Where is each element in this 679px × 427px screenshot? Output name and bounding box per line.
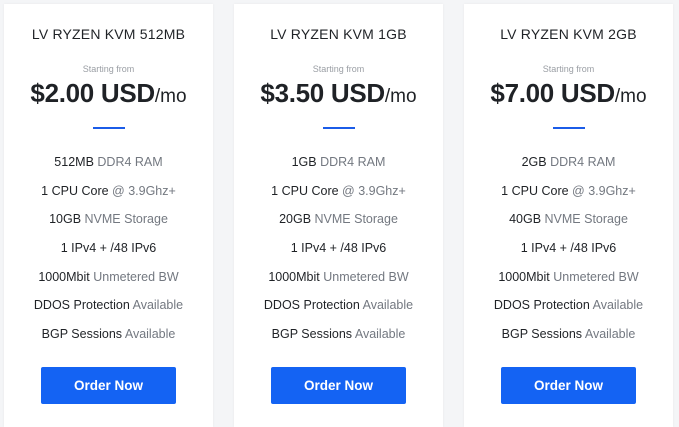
feature-storage: 20GB NVME Storage: [234, 211, 443, 240]
feature-bandwidth: 1000Mbit Unmetered BW: [234, 269, 443, 298]
feature-list: 1GB DDR4 RAM 1 CPU Core @ 3.9Ghz+ 20GB N…: [234, 154, 443, 355]
feature-ip: 1 IPv4 + /48 IPv6: [234, 240, 443, 269]
plan-title: LV RYZEN KVM 512MB: [31, 26, 186, 42]
feature-sub: Unmetered BW: [323, 269, 409, 284]
price: $3.50 USD/mo: [234, 78, 443, 109]
plan-title: LV RYZEN KVM 1GB: [270, 26, 407, 42]
feature-main: 1 CPU Core: [501, 183, 569, 198]
price-period: /mo: [154, 86, 187, 107]
starting-from-label: Starting from: [82, 64, 135, 74]
feature-sub: DDR4 RAM: [97, 155, 163, 169]
feature-sub: @ 3.9Ghz+: [572, 183, 636, 198]
feature-main: 20GB: [279, 212, 312, 227]
order-now-button[interactable]: Order Now: [41, 367, 176, 404]
feature-main: DDOS Protection: [263, 298, 360, 313]
feature-main: 1 IPv4 + /48 IPv6: [520, 241, 617, 256]
feature-sub: Available: [584, 327, 636, 342]
feature-ip: 1 IPv4 + /48 IPv6: [4, 240, 213, 269]
feature-ddos: DDOS Protection Available: [234, 297, 443, 326]
feature-main: 1000Mbit: [268, 269, 320, 284]
price: $7.00 USD/mo: [464, 78, 673, 109]
feature-main: 1GB: [291, 155, 317, 169]
feature-sub: Unmetered BW: [93, 269, 179, 284]
feature-sub: Available: [592, 298, 644, 313]
feature-ip: 1 IPv4 + /48 IPv6: [464, 240, 673, 269]
price-amount: $7.00 USD: [490, 78, 615, 108]
feature-sub: DDR4 RAM: [320, 155, 386, 169]
feature-main: BGP Sessions: [41, 327, 123, 342]
feature-bgp: BGP Sessions Available: [464, 326, 673, 355]
feature-main: 1 IPv4 + /48 IPv6: [60, 241, 157, 256]
feature-ram: 2GB DDR4 RAM: [464, 154, 673, 183]
feature-sub: Available: [124, 327, 176, 342]
feature-ram: 1GB DDR4 RAM: [234, 154, 443, 183]
feature-cpu: 1 CPU Core @ 3.9Ghz+: [234, 183, 443, 212]
feature-main: 1000Mbit: [38, 269, 90, 284]
feature-sub: Available: [132, 298, 184, 313]
order-now-button[interactable]: Order Now: [271, 367, 406, 404]
plan-card-2gb: LV RYZEN KVM 2GB Starting from $7.00 USD…: [464, 4, 673, 427]
feature-ddos: DDOS Protection Available: [4, 297, 213, 326]
feature-sub: NVME Storage: [84, 212, 168, 227]
feature-storage: 40GB NVME Storage: [464, 211, 673, 240]
feature-main: BGP Sessions: [501, 327, 583, 342]
feature-sub: DDR4 RAM: [550, 155, 616, 169]
feature-bandwidth: 1000Mbit Unmetered BW: [464, 269, 673, 298]
order-now-button[interactable]: Order Now: [501, 367, 636, 404]
feature-main: 1 CPU Core: [271, 183, 339, 198]
title-divider: [553, 127, 585, 129]
price-amount: $2.00 USD: [30, 78, 155, 108]
feature-main: 1 IPv4 + /48 IPv6: [290, 241, 387, 256]
starting-from-label: Starting from: [542, 64, 595, 74]
feature-sub: @ 3.9Ghz+: [342, 183, 406, 198]
feature-sub: Available: [362, 298, 414, 313]
feature-main: BGP Sessions: [271, 327, 353, 342]
title-divider: [323, 127, 355, 129]
feature-main: 1000Mbit: [498, 269, 550, 284]
feature-sub: NVME Storage: [544, 212, 628, 227]
feature-list: 512MB DDR4 RAM 1 CPU Core @ 3.9Ghz+ 10GB…: [4, 154, 213, 355]
plan-title: LV RYZEN KVM 2GB: [500, 26, 637, 42]
plan-card-1gb: LV RYZEN KVM 1GB Starting from $3.50 USD…: [234, 4, 443, 427]
pricing-page: LV RYZEN KVM 512MB Starting from $2.00 U…: [0, 0, 679, 427]
feature-main: 512MB: [54, 155, 94, 169]
feature-list: 2GB DDR4 RAM 1 CPU Core @ 3.9Ghz+ 40GB N…: [464, 154, 673, 355]
feature-bandwidth: 1000Mbit Unmetered BW: [4, 269, 213, 298]
feature-sub: Available: [354, 327, 406, 342]
feature-main: 2GB: [521, 155, 547, 169]
feature-main: 1 CPU Core: [41, 183, 109, 198]
starting-from-label: Starting from: [312, 64, 365, 74]
feature-storage: 10GB NVME Storage: [4, 211, 213, 240]
feature-cpu: 1 CPU Core @ 3.9Ghz+: [4, 183, 213, 212]
feature-sub: @ 3.9Ghz+: [112, 183, 176, 198]
feature-ram: 512MB DDR4 RAM: [4, 154, 213, 183]
price-period: /mo: [384, 86, 417, 107]
feature-sub: Unmetered BW: [553, 269, 639, 284]
feature-main: 40GB: [509, 212, 542, 227]
feature-sub: NVME Storage: [314, 212, 398, 227]
feature-cpu: 1 CPU Core @ 3.9Ghz+: [464, 183, 673, 212]
price-amount: $3.50 USD: [260, 78, 385, 108]
title-divider: [93, 127, 125, 129]
price-period: /mo: [614, 86, 647, 107]
feature-ddos: DDOS Protection Available: [464, 297, 673, 326]
feature-bgp: BGP Sessions Available: [4, 326, 213, 355]
price: $2.00 USD/mo: [4, 78, 213, 109]
feature-bgp: BGP Sessions Available: [234, 326, 443, 355]
feature-main: DDOS Protection: [33, 298, 130, 313]
feature-main: DDOS Protection: [493, 298, 590, 313]
plan-card-512mb: LV RYZEN KVM 512MB Starting from $2.00 U…: [4, 4, 213, 427]
feature-main: 10GB: [49, 212, 82, 227]
